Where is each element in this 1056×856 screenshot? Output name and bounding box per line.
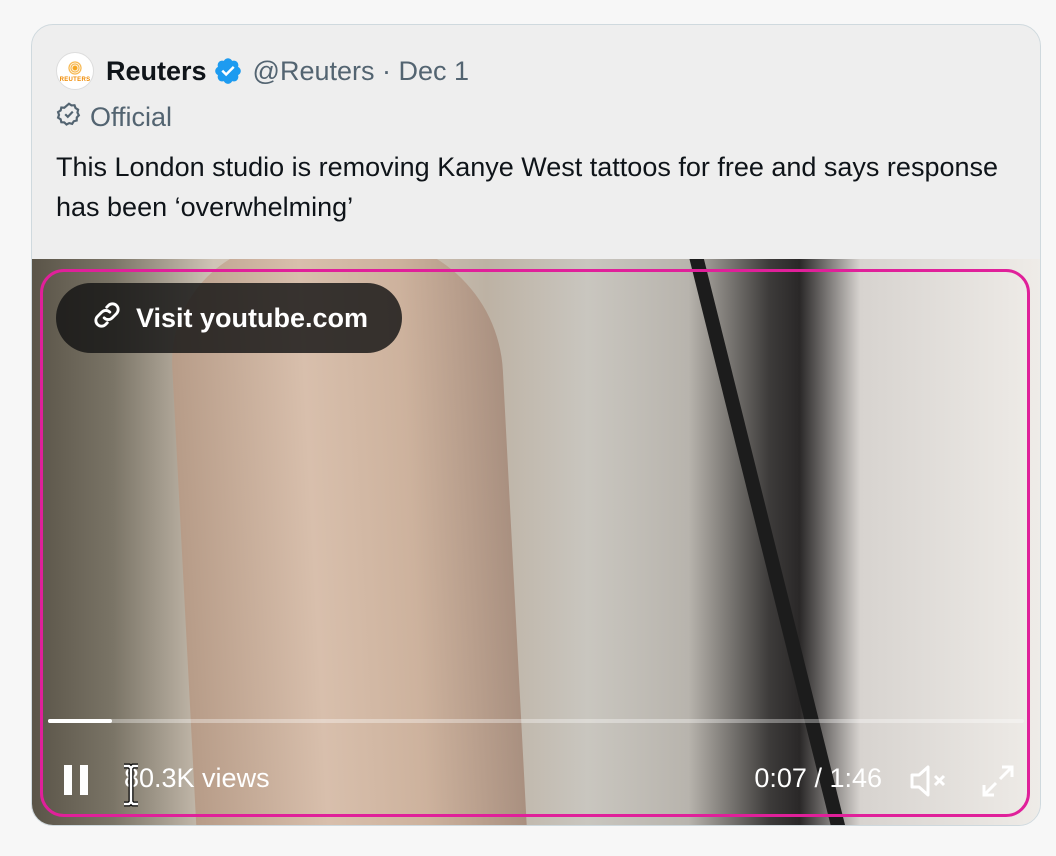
fullscreen-button[interactable] bbox=[980, 763, 1016, 804]
pause-button[interactable] bbox=[60, 763, 92, 797]
video-player[interactable]: Visit youtube.com 80.3K views 0:07 / 1:4… bbox=[32, 259, 1040, 825]
view-count: 80.3K views bbox=[124, 763, 270, 793]
mute-icon bbox=[910, 765, 946, 797]
mute-button[interactable] bbox=[908, 763, 948, 804]
fullscreen-icon bbox=[982, 765, 1014, 797]
video-progress-bar[interactable] bbox=[48, 719, 1024, 723]
official-badge-icon bbox=[56, 101, 90, 134]
video-time: 0:07 / 1:46 bbox=[754, 763, 882, 793]
tweet-header: REUTERS Reuters @Reuters · Dec 1 bbox=[56, 51, 469, 91]
visit-source-button[interactable]: Visit youtube.com bbox=[56, 283, 403, 353]
reuters-logo-icon bbox=[67, 59, 83, 76]
official-label-row: Official bbox=[56, 101, 172, 134]
official-label: Official bbox=[90, 102, 173, 132]
visit-source-label: Visit youtube.com bbox=[136, 302, 369, 333]
handle-and-date[interactable]: @Reuters · Dec 1 bbox=[253, 56, 469, 87]
author-name[interactable]: Reuters bbox=[106, 56, 207, 87]
video-progress-fill bbox=[48, 719, 113, 723]
text-cursor-icon bbox=[120, 763, 142, 812]
tweet-card[interactable]: REUTERS Reuters @Reuters · Dec 1 Officia… bbox=[31, 24, 1041, 826]
video-controls: 80.3K views 0:07 / 1:46 bbox=[32, 749, 1040, 812]
avatar-logo-text: REUTERS bbox=[59, 76, 91, 83]
link-icon bbox=[90, 298, 136, 339]
avatar[interactable]: REUTERS bbox=[56, 52, 94, 90]
tweet-text: This London studio is removing Kanye Wes… bbox=[56, 152, 999, 222]
pause-icon bbox=[64, 765, 88, 795]
verified-badge-icon bbox=[213, 56, 243, 86]
